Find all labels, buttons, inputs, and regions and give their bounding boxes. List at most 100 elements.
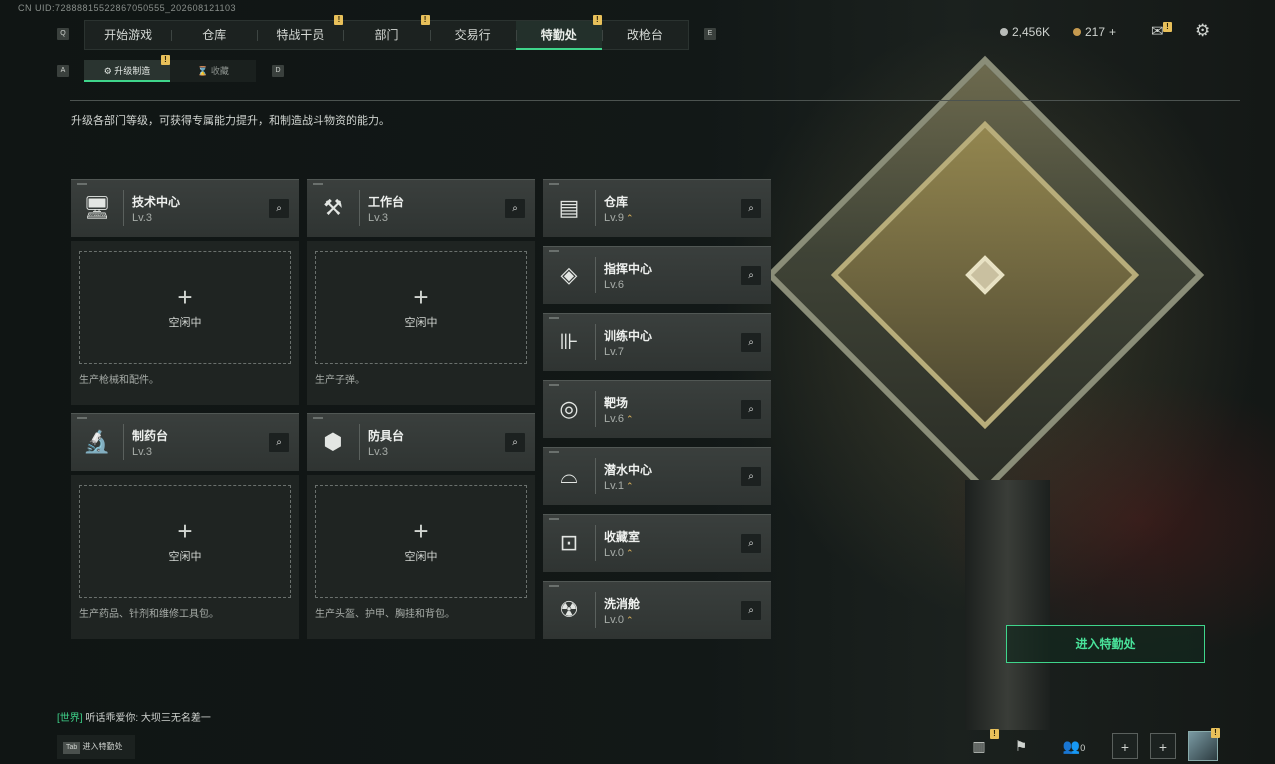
search-icon[interactable]: ⌕ <box>505 433 525 452</box>
department-level: Lv.7 <box>604 346 624 358</box>
search-icon[interactable]: ⌕ <box>269 199 289 218</box>
hourglass-icon: ⌛ <box>197 66 211 76</box>
idle-slot[interactable]: + 空闲中 <box>79 485 291 598</box>
gold-currency[interactable]: 217 + <box>1073 25 1116 39</box>
facility-level: Lv.3 <box>132 446 152 458</box>
department-row-shooting-range[interactable]: ◎ 靶场 Lv.6 ⌃ ⌕ <box>543 380 771 438</box>
idle-slot[interactable]: + 空闲中 <box>79 251 291 364</box>
flag-icon[interactable]: ⚑ <box>1008 733 1034 759</box>
department-name: 靶场 <box>604 396 629 410</box>
search-icon[interactable]: ⌕ <box>741 266 761 285</box>
settings-gear-icon[interactable]: ⚙ <box>1195 21 1210 41</box>
slot-status: 空闲中 <box>168 317 202 329</box>
friends-button[interactable]: 👥0 <box>1058 733 1090 759</box>
gold-coin-icon <box>1073 28 1081 36</box>
key-hint-prev-tab: Q <box>57 28 69 40</box>
collection-icon: ⊡ <box>559 530 579 555</box>
search-icon[interactable]: ⌕ <box>741 534 761 553</box>
tab-start-game[interactable]: 开始游戏 <box>85 21 171 49</box>
search-icon[interactable]: ⌕ <box>269 433 289 452</box>
tab-operators[interactable]: 特战干员! <box>257 15 344 49</box>
department-name: 潜水中心 <box>604 463 653 477</box>
warehouse-icon: ▤ <box>558 195 580 220</box>
notification-badge: ! <box>334 15 344 25</box>
facility-name: 技术中心 <box>132 195 181 209</box>
subtab-collection[interactable]: ⌛ 收藏 <box>170 60 256 82</box>
production-card-header[interactable]: ⚒ 工作台 Lv.3 ⌕ <box>307 179 535 237</box>
department-level: Lv.0 ⌃ <box>604 614 634 626</box>
production-card-header[interactable]: 🖥 技术中心 Lv.3 ⌕ <box>71 179 299 237</box>
subtab-upgrade-craft[interactable]: ⚙ 升级制造! <box>84 55 170 82</box>
notification-badge: ! <box>990 729 999 739</box>
slot-status: 空闲中 <box>404 317 438 329</box>
tab-gunsmith[interactable]: 改枪台 <box>601 21 688 49</box>
tab-hint[interactable]: Tab 进入特勤处 <box>57 735 135 759</box>
enter-special-ops-button[interactable]: 进入特勤处 <box>1006 625 1205 663</box>
mail-icon[interactable]: ✉! <box>1151 22 1172 40</box>
command-icon: ◈ <box>560 262 578 287</box>
diving-mask-icon: ⌓ <box>560 463 578 488</box>
plus-icon: + <box>177 516 193 546</box>
production-slot[interactable]: + 空闲中 生产药品、针剂和维修工具包。 <box>71 475 299 639</box>
slot-status: 空闲中 <box>168 551 202 563</box>
tab-warehouse[interactable]: 仓库 <box>171 21 257 49</box>
department-name: 训练中心 <box>604 329 653 343</box>
chat-sender: 听话乖爱你: <box>85 713 139 724</box>
production-slot[interactable]: + 空闲中 生产子弹。 <box>307 241 535 405</box>
friends-icon: 👥 <box>1062 738 1081 754</box>
department-row-training-center[interactable]: ⊪ 训练中心 Lv.7 ⌕ <box>543 313 771 371</box>
add-squad-slot-button[interactable]: + <box>1112 733 1138 759</box>
search-icon[interactable]: ⌕ <box>741 601 761 620</box>
add-squad-slot-button[interactable]: + <box>1150 733 1176 759</box>
production-card-header[interactable]: 🔬 制药台 Lv.3 ⌕ <box>71 413 299 471</box>
armor-icon: ⬢ <box>323 429 343 454</box>
search-icon[interactable]: ⌕ <box>505 199 525 218</box>
department-row-decon-chamber[interactable]: ☢ 洗消舱 Lv.0 ⌃ ⌕ <box>543 581 771 639</box>
notification-badge: ! <box>161 55 170 65</box>
plus-icon: + <box>413 282 429 312</box>
search-icon[interactable]: ⌕ <box>741 467 761 486</box>
slot-description: 生产枪械和配件。 <box>79 375 159 386</box>
notification-badge: ! <box>420 15 430 25</box>
department-row-command-center[interactable]: ◈ 指挥中心 Lv.6 ⌕ <box>543 246 771 304</box>
tab-key: Tab <box>63 742 81 754</box>
department-row-warehouse[interactable]: ▤ 仓库 Lv.9 ⌃ ⌕ <box>543 179 771 237</box>
facility-level: Lv.3 <box>368 446 388 458</box>
key-hint-next-tab: E <box>704 28 716 40</box>
chat-message: 大坝三无名差一 <box>140 713 211 724</box>
key-hint-next-subtab: D <box>272 65 284 77</box>
idle-slot[interactable]: + 空闲中 <box>315 485 527 598</box>
key-hint-prev-subtab: A <box>57 65 69 77</box>
idle-slot[interactable]: + 空闲中 <box>315 251 527 364</box>
stats-chart-icon[interactable]: ▥! <box>966 729 999 759</box>
department-name: 指挥中心 <box>604 262 653 276</box>
chat-line[interactable]: [世界] 听话乖爱你: 大坝三无名差一 <box>57 709 211 724</box>
slot-description: 生产头盔、护甲、胸挂和背包。 <box>315 609 455 620</box>
sub-nav: ⚙ 升级制造! ⌛ 收藏 <box>84 55 256 82</box>
tab-market[interactable]: 交易行 <box>429 21 516 49</box>
plus-icon: + <box>177 282 193 312</box>
production-card-header[interactable]: ⬢ 防具台 Lv.3 ⌕ <box>307 413 535 471</box>
slot-status: 空闲中 <box>404 551 438 563</box>
slot-description: 生产药品、针剂和维修工具包。 <box>79 609 219 620</box>
search-icon[interactable]: ⌕ <box>741 400 761 419</box>
target-icon: ◎ <box>559 396 579 421</box>
production-slot[interactable]: + 空闲中 生产枪械和配件。 <box>71 241 299 405</box>
tab-special-ops[interactable]: 特勤处! <box>515 15 602 50</box>
tab-departments[interactable]: 部门! <box>343 15 430 49</box>
avatar[interactable]: ! <box>1188 728 1220 761</box>
add-currency-button[interactable]: + <box>1109 25 1116 39</box>
department-row-diving-center[interactable]: ⌓ 潜水中心 Lv.1 ⌃ ⌕ <box>543 447 771 505</box>
department-level: Lv.6 ⌃ <box>604 413 634 425</box>
hero-pillar-illustration <box>965 480 1050 730</box>
divider <box>70 100 1240 101</box>
top-nav: 开始游戏 仓库 特战干员! 部门! 交易行 特勤处! 改枪台 <box>84 15 689 50</box>
production-slot[interactable]: + 空闲中 生产头盔、护甲、胸挂和背包。 <box>307 475 535 639</box>
department-row-collection-room[interactable]: ⊡ 收藏室 Lv.0 ⌃ ⌕ <box>543 514 771 572</box>
facility-level: Lv.3 <box>368 212 388 224</box>
tools-icon: ⚒ <box>323 195 343 220</box>
search-icon[interactable]: ⌕ <box>741 199 761 218</box>
monitor-icon: 🖥 <box>83 195 111 220</box>
search-icon[interactable]: ⌕ <box>741 333 761 352</box>
department-level: Lv.6 <box>604 279 624 291</box>
